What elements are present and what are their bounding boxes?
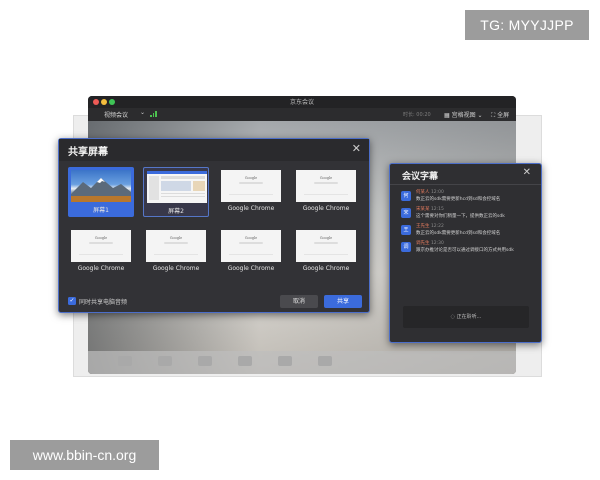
chrome-preview: Google (71, 230, 131, 262)
share-option-chrome[interactable]: Google Google Chrome (293, 227, 359, 277)
avatar: 何 (401, 191, 411, 201)
control-icon[interactable] (238, 356, 252, 366)
window-titlebar: 京东会议 (88, 96, 516, 108)
share-option-label: Google Chrome (227, 265, 275, 272)
cancel-button[interactable]: 取消 (280, 295, 318, 308)
speaker-name: 王先生 (416, 224, 430, 229)
grid-view-button[interactable]: ▦ 宫格视图 ⌄ (444, 110, 483, 119)
screen-preview (71, 170, 131, 202)
message-text: 这个需要对你们稍量一下，提供数正云的sdk (416, 214, 505, 219)
share-option-chrome[interactable]: Google Google Chrome (68, 227, 134, 277)
panel-title: 会议字幕 (402, 172, 439, 182)
share-option-label: Google Chrome (227, 205, 275, 212)
share-option-label: 屏幕2 (168, 208, 184, 215)
chrome-preview: Google (296, 230, 356, 262)
subtitle-message: 调 调先生 12:30 跟京办推讨论是否可以通过调接口的方式共用sdk (401, 240, 536, 260)
message-text: 数正云的sdk需要更新hcd到sd和会控域名 (416, 197, 501, 202)
message-time: 12:22 (430, 224, 444, 229)
close-icon[interactable]: ✕ (352, 142, 361, 155)
chrome-preview: Google (146, 230, 206, 262)
speaker-name: 何某人 (416, 190, 430, 195)
speaker-line: 宋某某 12:15 (416, 206, 444, 212)
avatar: 调 (401, 242, 411, 252)
divider (390, 184, 541, 185)
share-option-chrome[interactable]: Google Google Chrome (143, 227, 209, 277)
meeting-subtitles-panel: 会议字幕 ✕ 何 何某人 12:00 数正云的sdk需要更新hcd到sd和会控域… (389, 163, 542, 343)
control-icon[interactable] (158, 356, 172, 366)
share-option-screen-1[interactable]: 屏幕1 (68, 167, 134, 217)
grid-view-label: 宫格视图 (451, 112, 476, 119)
fullscreen-button[interactable]: ⛶ 全屏 (491, 110, 509, 120)
meeting-toolbar: 视频会议 ⌄ 时长: 00:20 ▦ 宫格视图 ⌄ ⛶ 全屏 (88, 108, 516, 121)
watermark-bottom: www.bbin-cn.org (10, 440, 159, 470)
close-icon[interactable]: ✕ (523, 167, 531, 178)
share-audio-label: 同时共享电脑音频 (79, 299, 128, 306)
signal-strength-icon (150, 111, 158, 117)
avatar: 宋 (401, 208, 411, 218)
message-time: 12:00 (430, 190, 444, 195)
message-text: 跟京办推讨论是否可以通过调接口的方式共用sdk (416, 248, 514, 253)
mountain-wallpaper (71, 178, 131, 202)
listening-status: ◌ 正在聆听... (403, 306, 529, 328)
share-option-chrome[interactable]: Google Google Chrome (293, 167, 359, 217)
chevron-down-icon[interactable]: ⌄ (140, 109, 145, 116)
share-button[interactable]: 共享 (324, 295, 362, 308)
avatar: 王 (401, 225, 411, 235)
speaker-line: 何某人 12:00 (416, 189, 444, 195)
dialog-header: 共享屏幕 ✕ (59, 139, 369, 161)
watermark-top: TG: MYYJJPP (465, 10, 589, 40)
status-text: 正在聆听... (456, 314, 482, 320)
speaker-line: 调先生 12:30 (416, 240, 444, 246)
message-time: 12:30 (430, 241, 444, 246)
share-option-chrome[interactable]: Google Google Chrome (218, 227, 284, 277)
share-option-label: Google Chrome (302, 205, 350, 212)
share-option-label: Google Chrome (152, 265, 200, 272)
control-icon[interactable] (278, 356, 292, 366)
share-option-label: 屏幕1 (93, 207, 109, 214)
meeting-type-label[interactable]: 视频会议 (104, 110, 128, 119)
app-title: 京东会议 (289, 99, 314, 106)
speaker-line: 王先生 12:22 (416, 223, 444, 229)
share-option-screen-2[interactable]: 屏幕2 (143, 167, 209, 217)
share-screen-dialog: 共享屏幕 ✕ 屏幕1 屏幕2 Google Google Chrome Goog… (58, 138, 370, 313)
message-time: 12:15 (430, 207, 444, 212)
bottom-controls-bar (88, 351, 516, 374)
message-text: 数正云的sdk需要更新hcd到sd和会控域名 (416, 231, 501, 236)
dialog-title: 共享屏幕 (68, 147, 108, 158)
screen-preview (147, 171, 207, 203)
share-audio-checkbox[interactable]: ✓ (68, 297, 76, 305)
chevron-down-icon: ⌄ (475, 112, 483, 119)
control-icon[interactable] (198, 356, 212, 366)
speaker-name: 调先生 (416, 241, 430, 246)
speaker-name: 宋某某 (416, 207, 430, 212)
share-option-label: Google Chrome (302, 265, 350, 272)
share-option-chrome[interactable]: Google Google Chrome (218, 167, 284, 217)
chrome-preview: Google (221, 170, 281, 202)
control-icon[interactable] (318, 356, 332, 366)
fullscreen-label: 全屏 (497, 112, 510, 119)
share-option-label: Google Chrome (77, 265, 125, 272)
meeting-duration: 时长: 00:20 (403, 112, 431, 118)
control-icon[interactable] (118, 356, 132, 366)
chrome-preview: Google (296, 170, 356, 202)
chrome-preview: Google (221, 230, 281, 262)
grid-icon: ▦ (444, 112, 452, 119)
